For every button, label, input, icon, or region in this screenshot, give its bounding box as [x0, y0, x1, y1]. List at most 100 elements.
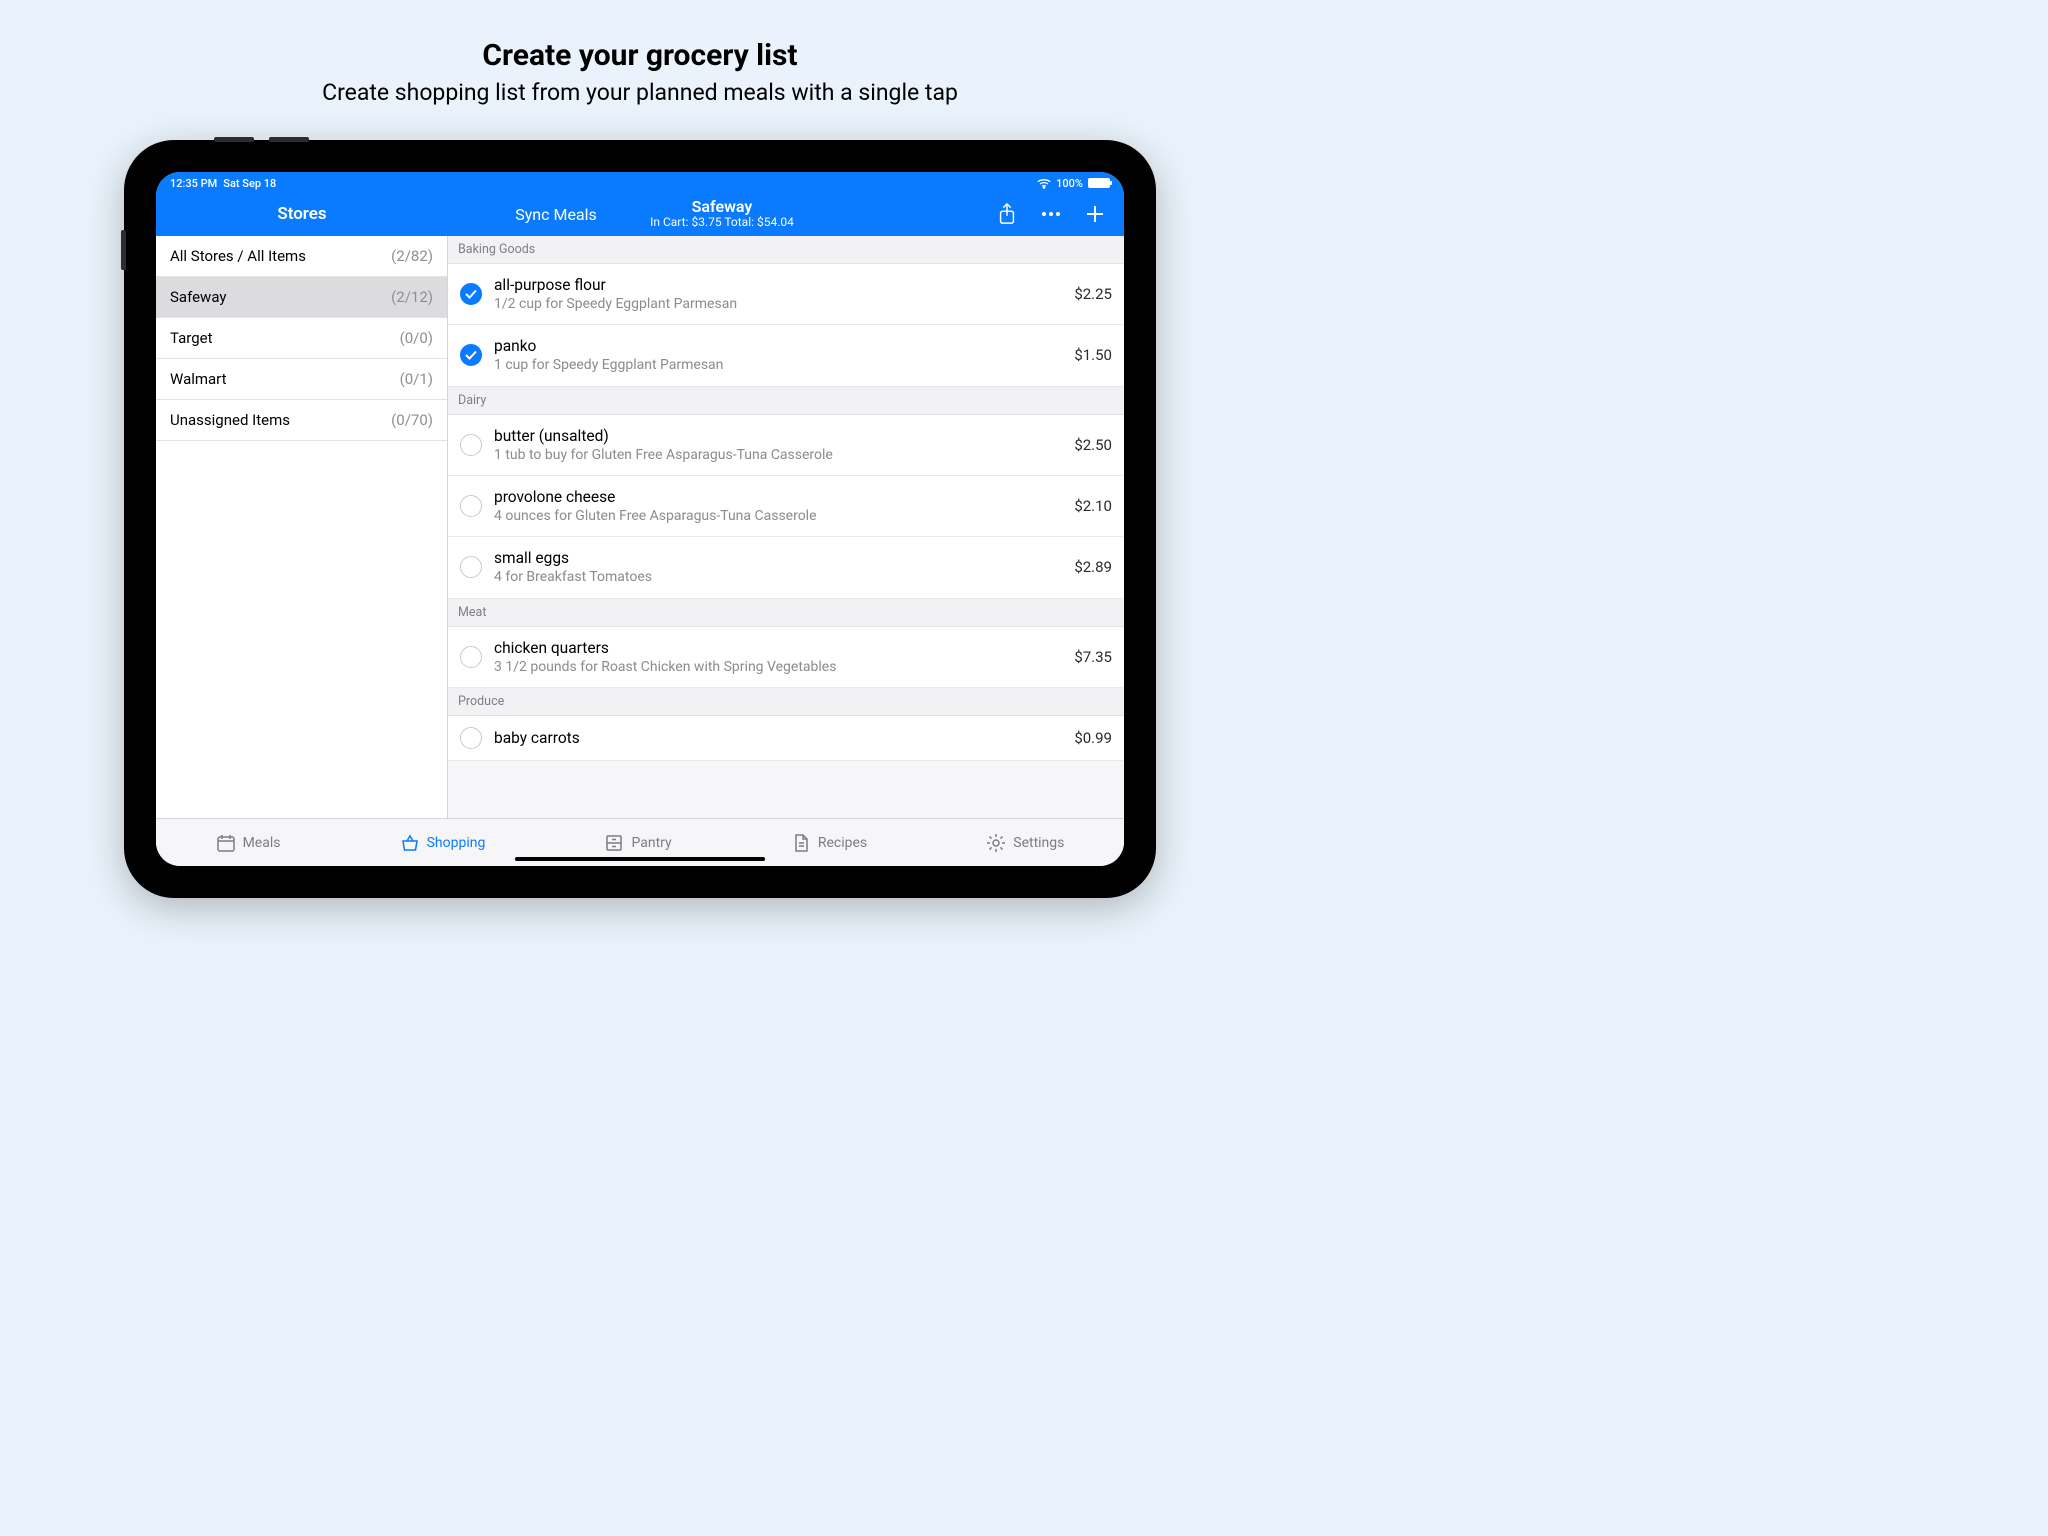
item-name: provolone cheese [494, 487, 1062, 507]
item-checkbox[interactable] [460, 556, 482, 578]
item-subtitle: 4 ounces for Gluten Free Asparagus-Tuna … [494, 507, 1062, 525]
item-text: small eggs4 for Breakfast Tomatoes [494, 548, 1062, 586]
ipad-frame: 12:35 PM Sat Sep 18 100% Stores Sync Mea… [124, 140, 1156, 898]
item-text: provolone cheese4 ounces for Gluten Free… [494, 487, 1062, 525]
top-bar: 12:35 PM Sat Sep 18 100% Stores Sync Mea… [156, 172, 1124, 236]
item-price: $0.99 [1074, 729, 1112, 747]
item-subtitle: 3 1/2 pounds for Roast Chicken with Spri… [494, 658, 1062, 676]
store-name: Unassigned Items [170, 411, 290, 429]
section-header: Dairy [448, 387, 1124, 415]
more-icon [1040, 211, 1062, 217]
item-text: chicken quarters3 1/2 pounds for Roast C… [494, 638, 1062, 676]
tab-recipes[interactable]: Recipes [791, 833, 867, 853]
battery-icon [1088, 178, 1110, 188]
marketing-title: Create your grocery list [0, 38, 1280, 73]
tab-label: Settings [1013, 835, 1064, 851]
list-item[interactable]: butter (unsalted)1 tub to buy for Gluten… [448, 415, 1124, 476]
wifi-icon [1037, 178, 1051, 189]
status-time: 12:35 PM [170, 177, 217, 190]
item-price: $7.35 [1074, 648, 1112, 666]
ipad-volume-down-button [269, 137, 309, 142]
item-name: all-purpose flour [494, 275, 1062, 295]
item-name: baby carrots [494, 728, 1062, 748]
add-button[interactable] [1084, 203, 1106, 225]
shopping-list[interactable]: Baking Goods all-purpose flour1/2 cup for… [448, 236, 1124, 818]
item-subtitle: 4 for Breakfast Tomatoes [494, 568, 1062, 586]
store-count: (2/12) [391, 288, 433, 306]
calendar-icon [216, 833, 236, 853]
item-subtitle: 1/2 cup for Speedy Eggplant Parmesan [494, 295, 1062, 313]
tab-label: Recipes [818, 835, 867, 851]
share-icon [997, 203, 1017, 225]
item-name: small eggs [494, 548, 1062, 568]
battery-percent: 100% [1056, 177, 1083, 190]
item-checkbox[interactable] [460, 646, 482, 668]
tab-shopping[interactable]: Shopping [400, 833, 486, 853]
cart-totals: In Cart: $3.75 Total: $54.04 [448, 216, 996, 230]
cabinet-icon [604, 833, 624, 853]
store-name: Target [170, 329, 213, 347]
marketing-subtitle: Create shopping list from your planned m… [0, 79, 1280, 106]
list-item[interactable]: panko1 cup for Speedy Eggplant Parmesan $… [448, 325, 1124, 386]
ipad-power-button [121, 230, 126, 270]
tab-label: Pantry [631, 835, 671, 851]
list-item[interactable]: chicken quarters3 1/2 pounds for Roast C… [448, 627, 1124, 688]
tab-pantry[interactable]: Pantry [604, 833, 671, 853]
stores-sidebar[interactable]: All Stores / All Items(2/82) Safeway (2/12… [156, 236, 448, 818]
list-item[interactable]: baby carrots $0.99 [448, 716, 1124, 761]
store-row[interactable]: All Stores / All Items(2/82) [156, 236, 447, 277]
store-row[interactable]: Walmart(0/1) [156, 359, 447, 400]
section-header: Baking Goods [448, 236, 1124, 264]
store-row[interactable]: Unassigned Items (0/70) [156, 400, 447, 441]
item-price: $2.50 [1074, 436, 1112, 454]
marketing-header: Create your grocery list Create shopping… [0, 0, 1280, 122]
item-text: panko1 cup for Speedy Eggplant Parmesan [494, 336, 1062, 374]
status-date: Sat Sep 18 [223, 177, 276, 190]
section-header: Meat [448, 599, 1124, 627]
screen: 12:35 PM Sat Sep 18 100% Stores Sync Mea… [156, 172, 1124, 866]
item-text: butter (unsalted)1 tub to buy for Gluten… [494, 426, 1062, 464]
item-name: butter (unsalted) [494, 426, 1062, 446]
gear-icon [986, 833, 1006, 853]
item-price: $1.50 [1074, 346, 1112, 364]
home-indicator[interactable] [515, 857, 765, 862]
item-checkbox[interactable] [460, 434, 482, 456]
item-checkbox[interactable] [460, 283, 482, 305]
store-name: Walmart [170, 370, 227, 388]
item-name: panko [494, 336, 1062, 356]
list-item[interactable]: all-purpose flour1/2 cup for Speedy Eggp… [448, 264, 1124, 325]
item-price: $2.89 [1074, 558, 1112, 576]
tab-meals[interactable]: Meals [216, 833, 281, 853]
tab-label: Meals [243, 835, 281, 851]
store-row[interactable]: Target (0/0) [156, 318, 447, 359]
tab-label: Shopping [427, 835, 486, 851]
plus-icon [1085, 204, 1105, 224]
item-name: chicken quarters [494, 638, 1062, 658]
nav-stores-title: Stores [156, 204, 448, 224]
store-name: Safeway [170, 288, 226, 306]
item-price: $2.25 [1074, 285, 1112, 303]
document-icon [791, 833, 811, 853]
store-count: (0/70) [391, 411, 433, 429]
item-checkbox[interactable] [460, 495, 482, 517]
item-subtitle: 1 tub to buy for Gluten Free Asparagus-T… [494, 446, 1062, 464]
status-bar: 12:35 PM Sat Sep 18 100% [156, 172, 1124, 192]
list-item[interactable]: small eggs4 for Breakfast Tomatoes $2.89 [448, 537, 1124, 598]
ipad-volume-up-button [214, 137, 254, 142]
store-row[interactable]: Safeway (2/12) [156, 277, 447, 318]
nav-bar: Stores Sync Meals Safeway In Cart: $3.75… [156, 192, 1124, 236]
basket-icon [400, 833, 420, 853]
share-button[interactable] [996, 203, 1018, 225]
item-price: $2.10 [1074, 497, 1112, 515]
tab-settings[interactable]: Settings [986, 833, 1064, 853]
store-count: (2/82) [391, 247, 433, 265]
item-checkbox[interactable] [460, 344, 482, 366]
store-count: (0/0) [400, 329, 433, 347]
item-text: all-purpose flour1/2 cup for Speedy Eggp… [494, 275, 1062, 313]
more-button[interactable] [1040, 203, 1062, 225]
item-checkbox[interactable] [460, 727, 482, 749]
list-item[interactable]: provolone cheese4 ounces for Gluten Free… [448, 476, 1124, 537]
item-subtitle: 1 cup for Speedy Eggplant Parmesan [494, 356, 1062, 374]
content-area: All Stores / All Items(2/82) Safeway (2/12… [156, 236, 1124, 818]
section-header: Produce [448, 688, 1124, 716]
